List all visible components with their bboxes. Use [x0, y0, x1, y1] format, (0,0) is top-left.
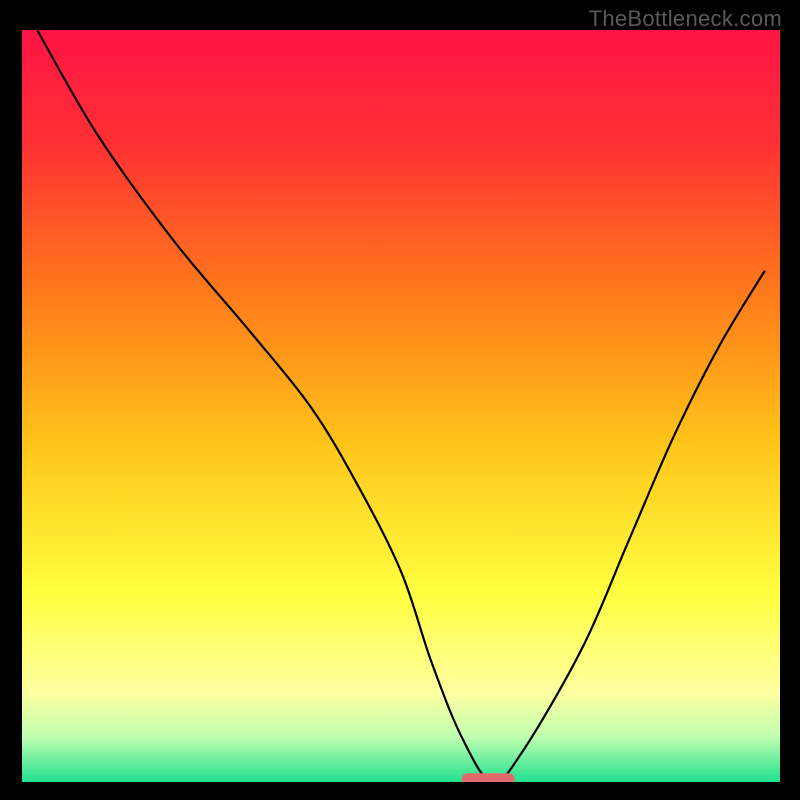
bottleneck-chart	[0, 0, 800, 800]
chart-container: TheBottleneck.com	[0, 0, 800, 800]
plot-area	[22, 30, 780, 782]
frame-left	[0, 0, 22, 800]
watermark-text: TheBottleneck.com	[589, 6, 782, 32]
frame-bottom	[0, 782, 800, 800]
